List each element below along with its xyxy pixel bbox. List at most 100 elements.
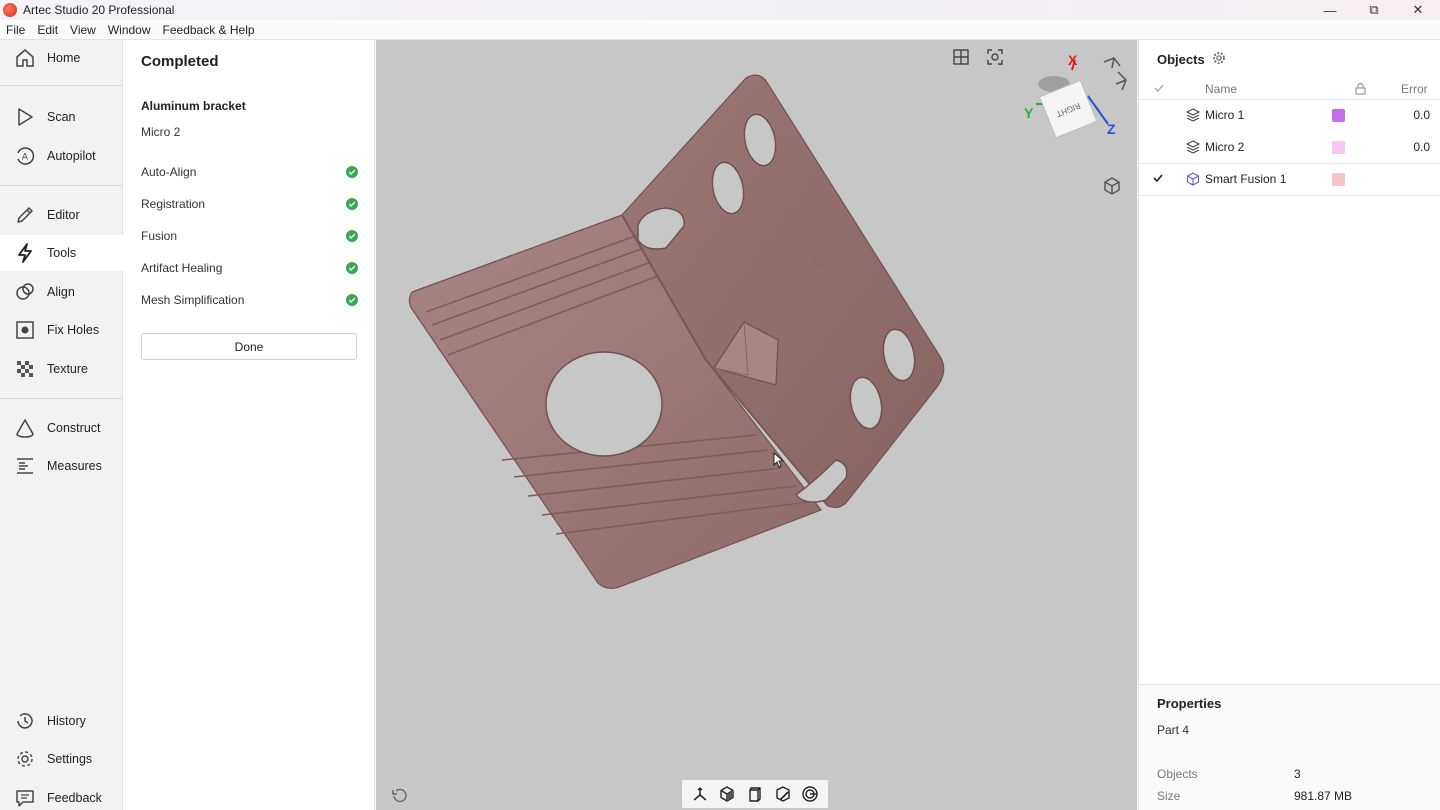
object-row-micro-2[interactable]: Micro 2 0.0	[1139, 131, 1440, 163]
object-row-smart-fusion-1[interactable]: Smart Fusion 1	[1139, 163, 1440, 195]
object-error: 0.0	[1413, 140, 1430, 154]
nav-item-autopilot[interactable]: A Autopilot	[0, 138, 123, 174]
check-icon	[346, 198, 358, 210]
nav-label-history: History	[47, 714, 86, 728]
cone-icon	[13, 416, 37, 440]
task-panel: Completed Aluminum bracket Micro 2 Auto-…	[123, 40, 375, 810]
nav-label-home: Home	[47, 51, 81, 65]
prop-size-value: 981.87 MB	[1294, 789, 1353, 803]
step-mesh-simplification: Mesh Simplification	[141, 290, 358, 310]
nav-item-history[interactable]: History	[0, 703, 123, 739]
title-bar: Artec Studio 20 Professional — ⧉ ✕	[0, 0, 1440, 20]
nav-label-align: Align	[47, 285, 75, 299]
fit-view-icon[interactable]	[984, 46, 1006, 68]
properties-panel: Properties Part 4 Objects 3 Size 981.87 …	[1139, 684, 1440, 810]
window-controls: — ⧉ ✕	[1308, 0, 1440, 20]
history-icon	[13, 709, 37, 733]
grid-view-icon[interactable]	[950, 46, 972, 68]
object-error: 0.0	[1413, 108, 1430, 122]
texture-icon	[13, 357, 37, 381]
svg-text:A: A	[22, 153, 29, 163]
nav-item-scan[interactable]: Scan	[0, 99, 123, 135]
menu-view[interactable]: View	[64, 23, 102, 37]
shaded-cube-icon[interactable]	[716, 783, 738, 805]
check-all-icon[interactable]	[1153, 82, 1165, 97]
object-name: Micro 2	[1205, 140, 1245, 154]
left-navigation: Home Scan A Autopilot Editor Tools Align	[0, 40, 123, 810]
object-row-micro-1[interactable]: Micro 1 0.0	[1139, 99, 1440, 131]
home-icon	[13, 46, 37, 70]
nav-item-tools[interactable]: Tools	[0, 235, 123, 271]
nav-item-home[interactable]: Home	[0, 40, 123, 76]
project-name: Aluminum bracket	[141, 99, 246, 113]
check-icon	[346, 166, 358, 178]
nav-divider	[0, 85, 123, 86]
nav-label-settings: Settings	[47, 752, 93, 766]
menu-file[interactable]: File	[0, 23, 31, 37]
check-icon	[346, 294, 358, 306]
axes-icon[interactable]	[689, 783, 711, 805]
object-color-swatch[interactable]	[1332, 172, 1345, 186]
scan-play-icon	[13, 105, 37, 129]
step-registration: Registration	[141, 194, 358, 214]
nav-item-fix-holes[interactable]: Fix Holes	[0, 312, 123, 348]
nav-item-measures[interactable]: Measures	[0, 448, 123, 484]
restore-button[interactable]: ⧉	[1352, 0, 1396, 20]
3d-viewport[interactable]: S RIGHT X Y Z	[376, 40, 1137, 810]
axis-z-label: Z	[1107, 121, 1116, 137]
nav-item-editor[interactable]: Editor	[0, 197, 123, 233]
gear-icon	[13, 747, 37, 771]
nav-item-feedback[interactable]: Feedback	[0, 780, 123, 810]
nav-item-settings[interactable]: Settings	[0, 741, 123, 777]
object-name: Micro 1	[1205, 108, 1245, 122]
lightning-icon	[13, 241, 37, 265]
properties-title: Properties	[1157, 696, 1222, 711]
selected-check-icon[interactable]	[1152, 172, 1164, 187]
fix-holes-icon	[13, 318, 37, 342]
spiral-view-icon[interactable]	[799, 783, 821, 805]
step-fusion: Fusion	[141, 226, 358, 246]
app-logo-icon	[3, 3, 17, 17]
axis-x-label: X	[1068, 52, 1078, 68]
panel-title: Completed	[141, 53, 219, 70]
undo-icon[interactable]	[388, 785, 410, 807]
perspective-cube-icon[interactable]	[1101, 175, 1123, 197]
objects-settings-icon[interactable]	[1212, 51, 1226, 65]
close-button[interactable]: ✕	[1396, 0, 1440, 20]
column-name[interactable]: Name	[1205, 82, 1237, 96]
menu-edit[interactable]: Edit	[31, 23, 64, 37]
objects-panel: Objects Name Error Micro 1 0.0 Micro 2 0…	[1138, 40, 1440, 810]
done-button[interactable]: Done	[141, 333, 357, 360]
minimize-button[interactable]: —	[1308, 0, 1352, 20]
object-color-swatch[interactable]	[1332, 108, 1345, 122]
feedback-icon	[13, 786, 37, 810]
nav-label-fix-holes: Fix Holes	[47, 323, 100, 337]
prop-objects-label: Objects	[1157, 767, 1198, 781]
lock-icon[interactable]	[1355, 82, 1366, 98]
menu-bar: File Edit View Window Feedback & Help	[0, 20, 1440, 40]
view-mode-toolbar	[682, 780, 828, 808]
column-error[interactable]: Error	[1401, 82, 1428, 96]
menu-feedback-help[interactable]: Feedback & Help	[157, 23, 261, 37]
row-divider	[1139, 195, 1440, 196]
prop-size-label: Size	[1157, 789, 1181, 803]
menu-window[interactable]: Window	[102, 23, 157, 37]
nav-item-construct[interactable]: Construct	[0, 410, 123, 446]
check-icon	[346, 230, 358, 242]
window-title: Artec Studio 20 Professional	[23, 3, 175, 17]
autopilot-icon: A	[13, 144, 37, 168]
object-name: Smart Fusion 1	[1205, 172, 1287, 186]
scan-name: Micro 2	[141, 125, 181, 139]
axis-y-label: Y	[1024, 105, 1034, 121]
scan-layers-icon	[1186, 140, 1200, 154]
align-icon	[13, 280, 37, 304]
nav-label-construct: Construct	[47, 421, 101, 435]
nav-item-texture[interactable]: Texture	[0, 351, 123, 387]
step-label: Auto-Align	[141, 165, 197, 179]
box-view-icon[interactable]	[744, 783, 766, 805]
nav-item-align[interactable]: Align	[0, 274, 123, 310]
part-name: Part 4	[1157, 723, 1190, 737]
object-color-swatch[interactable]	[1332, 140, 1345, 154]
objects-title: Objects	[1157, 52, 1205, 67]
section-view-icon[interactable]	[772, 783, 794, 805]
